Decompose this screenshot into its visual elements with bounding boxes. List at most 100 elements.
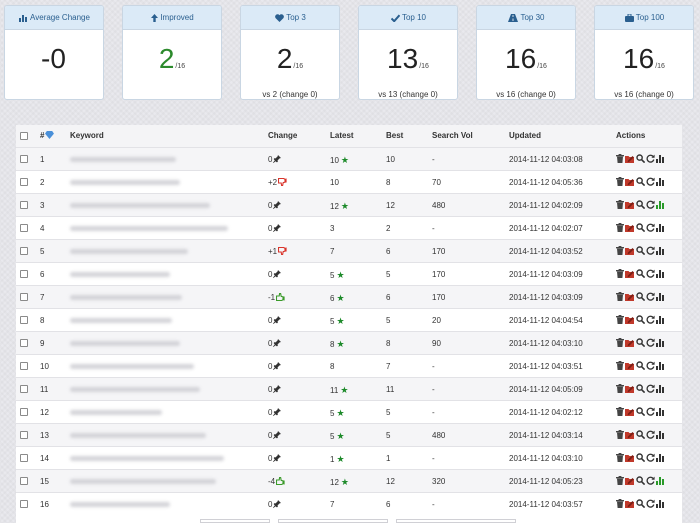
trash-icon[interactable] bbox=[616, 361, 624, 371]
edit-folder-icon[interactable] bbox=[625, 223, 635, 233]
table-row[interactable]: 14 0 1 ★ 1-2014-11-12 04:03:10 bbox=[16, 446, 682, 469]
keyword-blurred[interactable] bbox=[70, 226, 228, 231]
refresh-icon[interactable] bbox=[646, 200, 655, 210]
keyword-blurred[interactable] bbox=[70, 410, 162, 415]
keyword-blurred[interactable] bbox=[70, 318, 172, 323]
chart-icon[interactable] bbox=[656, 476, 665, 486]
edit-folder-icon[interactable] bbox=[625, 154, 635, 164]
refresh-icon[interactable] bbox=[646, 223, 655, 233]
edit-folder-icon[interactable] bbox=[625, 499, 635, 509]
keyword-blurred[interactable] bbox=[70, 157, 176, 162]
trash-icon[interactable] bbox=[616, 384, 624, 394]
search-icon[interactable] bbox=[636, 476, 645, 486]
trash-icon[interactable] bbox=[616, 453, 624, 463]
trash-icon[interactable] bbox=[616, 154, 624, 164]
keyword-blurred[interactable] bbox=[70, 364, 194, 369]
search-icon[interactable] bbox=[636, 269, 645, 279]
refresh-icon[interactable] bbox=[646, 430, 655, 440]
chart-icon[interactable] bbox=[656, 384, 665, 394]
refresh-icon[interactable] bbox=[646, 269, 655, 279]
refresh-icon[interactable] bbox=[646, 246, 655, 256]
row-checkbox[interactable] bbox=[20, 339, 28, 347]
chart-icon[interactable] bbox=[656, 154, 665, 164]
pager-button[interactable] bbox=[200, 519, 270, 523]
search-icon[interactable] bbox=[636, 154, 645, 164]
edit-folder-icon[interactable] bbox=[625, 177, 635, 187]
chart-icon[interactable] bbox=[656, 223, 665, 233]
row-checkbox[interactable] bbox=[20, 247, 28, 255]
search-icon[interactable] bbox=[636, 315, 645, 325]
table-row[interactable]: 8 0 5 ★ 5 20 2014-11-12 04:04:54 bbox=[16, 308, 682, 331]
row-checkbox[interactable] bbox=[20, 362, 28, 370]
row-checkbox[interactable] bbox=[20, 385, 28, 393]
header-updated[interactable]: Updated bbox=[509, 131, 541, 140]
chart-icon[interactable] bbox=[656, 177, 665, 187]
refresh-icon[interactable] bbox=[646, 315, 655, 325]
table-row[interactable]: 11 0 11 ★ 11-2014-11-12 04:05:09 bbox=[16, 377, 682, 400]
trash-icon[interactable] bbox=[616, 499, 624, 509]
trash-icon[interactable] bbox=[616, 246, 624, 256]
chart-icon[interactable] bbox=[656, 315, 665, 325]
edit-folder-icon[interactable] bbox=[625, 315, 635, 325]
chart-icon[interactable] bbox=[656, 361, 665, 371]
trash-icon[interactable] bbox=[616, 177, 624, 187]
search-icon[interactable] bbox=[636, 200, 645, 210]
refresh-icon[interactable] bbox=[646, 338, 655, 348]
keyword-blurred[interactable] bbox=[70, 479, 216, 484]
search-icon[interactable] bbox=[636, 384, 645, 394]
row-checkbox[interactable] bbox=[20, 500, 28, 508]
search-icon[interactable] bbox=[636, 292, 645, 302]
header-num[interactable]: # bbox=[40, 131, 55, 140]
sort-diamond-icon[interactable] bbox=[45, 131, 55, 139]
trash-icon[interactable] bbox=[616, 200, 624, 210]
refresh-icon[interactable] bbox=[646, 384, 655, 394]
table-row[interactable]: 7 -1 6 ★ 6 170 2014-11-12 04:03:09 bbox=[16, 285, 682, 308]
search-icon[interactable] bbox=[636, 246, 645, 256]
table-row[interactable]: 4 0 3 2 - 2014-11-12 04:02:07 bbox=[16, 216, 682, 239]
trash-icon[interactable] bbox=[616, 338, 624, 348]
row-checkbox[interactable] bbox=[20, 293, 28, 301]
edit-folder-icon[interactable] bbox=[625, 361, 635, 371]
keyword-blurred[interactable] bbox=[70, 180, 180, 185]
keyword-blurred[interactable] bbox=[70, 341, 180, 346]
pager-button[interactable] bbox=[396, 519, 516, 523]
trash-icon[interactable] bbox=[616, 292, 624, 302]
chart-icon[interactable] bbox=[656, 407, 665, 417]
table-row[interactable]: 3 0 12 ★ 12 480 2014-11-12 04:02:09 bbox=[16, 193, 682, 216]
refresh-icon[interactable] bbox=[646, 476, 655, 486]
edit-folder-icon[interactable] bbox=[625, 407, 635, 417]
row-checkbox[interactable] bbox=[20, 454, 28, 462]
table-row[interactable]: 2 +2 10 8 70 2014-11-12 04:05:36 bbox=[16, 170, 682, 193]
table-row[interactable]: 1 0 10 ★ 10-2014-11-12 04:03:08 bbox=[16, 147, 682, 170]
refresh-icon[interactable] bbox=[646, 407, 655, 417]
chart-icon[interactable] bbox=[656, 338, 665, 348]
header-search-vol[interactable]: Search Vol bbox=[432, 131, 473, 140]
refresh-icon[interactable] bbox=[646, 154, 655, 164]
row-checkbox[interactable] bbox=[20, 270, 28, 278]
table-row[interactable]: 10 0 8 7 - 2014-11-12 04:03:51 bbox=[16, 354, 682, 377]
refresh-icon[interactable] bbox=[646, 361, 655, 371]
chart-icon[interactable] bbox=[656, 200, 665, 210]
table-row[interactable]: 9 0 8 ★ 8 90 2014-11-12 04:03:10 bbox=[16, 331, 682, 354]
row-checkbox[interactable] bbox=[20, 201, 28, 209]
search-icon[interactable] bbox=[636, 407, 645, 417]
search-icon[interactable] bbox=[636, 177, 645, 187]
chart-icon[interactable] bbox=[656, 269, 665, 279]
header-latest[interactable]: Latest bbox=[330, 131, 354, 140]
row-checkbox[interactable] bbox=[20, 408, 28, 416]
refresh-icon[interactable] bbox=[646, 499, 655, 509]
select-all-checkbox[interactable] bbox=[20, 132, 28, 140]
trash-icon[interactable] bbox=[616, 476, 624, 486]
table-row[interactable]: 16 0 7 6 - 2014-11-12 04:03:57 bbox=[16, 492, 682, 515]
keyword-blurred[interactable] bbox=[70, 502, 170, 507]
keyword-blurred[interactable] bbox=[70, 272, 170, 277]
keyword-blurred[interactable] bbox=[70, 295, 182, 300]
refresh-icon[interactable] bbox=[646, 177, 655, 187]
refresh-icon[interactable] bbox=[646, 292, 655, 302]
search-icon[interactable] bbox=[636, 223, 645, 233]
chart-icon[interactable] bbox=[656, 246, 665, 256]
edit-folder-icon[interactable] bbox=[625, 200, 635, 210]
edit-folder-icon[interactable] bbox=[625, 292, 635, 302]
row-checkbox[interactable] bbox=[20, 431, 28, 439]
search-icon[interactable] bbox=[636, 499, 645, 509]
